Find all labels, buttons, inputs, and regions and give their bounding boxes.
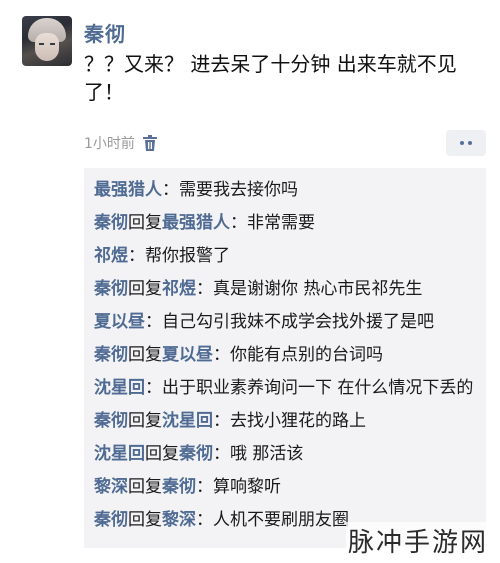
comment-author[interactable]: 秦彻 [94, 510, 128, 530]
reply-word: 回复 [128, 345, 162, 365]
comment-item[interactable]: 秦彻回复祁煜：真是谢谢你 热心市民祁先生 [94, 277, 474, 302]
avatar-eye-right [50, 43, 55, 45]
comment-text: ：出于职业素养询问一下 在什么情况下丢的 [145, 378, 474, 398]
reply-word: 回复 [128, 477, 162, 497]
post-text: ？？又来？ 进去呆了十分钟 出来车就不见了！ [84, 52, 457, 104]
comment-reply-target[interactable]: 祁煜 [162, 279, 196, 299]
comment-text: ：帮你报警了 [128, 246, 230, 266]
post-meta: 1小时前 [84, 132, 157, 154]
comment-reply-target[interactable]: 秦彻 [179, 444, 213, 464]
comments-panel: 最强猎人：需要我去接你吗 秦彻回复最强猎人：非常需要 祁煜：帮你报警了 秦彻回复祁煜：… [84, 168, 486, 548]
comment-author[interactable]: 秦彻 [94, 411, 128, 431]
comment-text: ：算响黎听 [196, 477, 281, 497]
comment-text: ：真是谢谢你 热心市民祁先生 [196, 279, 423, 299]
comment-item[interactable]: 秦彻回复沈星回：去找小狸花的路上 [94, 409, 474, 434]
comment-item[interactable]: 夏以昼：自己勾引我妹不成学会找外援了是吧 [94, 310, 474, 335]
comment-text: ：去找小狸花的路上 [213, 411, 366, 431]
author-name[interactable]: 秦彻 [84, 18, 126, 47]
comment-author[interactable]: 沈星回 [94, 444, 145, 464]
comment-author[interactable]: 黎深 [94, 477, 128, 497]
reply-word: 回复 [128, 213, 162, 233]
comment-item[interactable]: 秦彻回复最强猎人：非常需要 [94, 211, 474, 236]
comment-reply-target[interactable]: 沈星回 [162, 411, 213, 431]
avatar[interactable] [22, 16, 72, 66]
comment-item[interactable]: 秦彻回复夏以昼：你能有点别的台词吗 [94, 343, 474, 368]
reply-word: 回复 [128, 279, 162, 299]
watermark: 脉冲手游网 [345, 522, 490, 559]
reply-word: 回复 [145, 444, 179, 464]
more-dots-icon [468, 141, 472, 145]
comment-item[interactable]: 最强猎人：需要我去接你吗 [94, 178, 474, 203]
comment-author[interactable]: 秦彻 [94, 213, 128, 233]
comment-author[interactable]: 最强猎人 [94, 180, 162, 200]
comment-text: ：需要我去接你吗 [162, 180, 298, 200]
comment-item[interactable]: 黎深回复秦彻：算响黎听 [94, 475, 474, 500]
more-dots-icon [460, 141, 464, 145]
reply-word: 回复 [128, 510, 162, 530]
avatar-face [35, 33, 59, 61]
comment-item[interactable]: 沈星回回复秦彻：哦 那活该 [94, 442, 474, 467]
comment-author[interactable]: 沈星回 [94, 378, 145, 398]
avatar-eye-left [39, 43, 44, 45]
comment-author[interactable]: 秦彻 [94, 279, 128, 299]
comment-author[interactable]: 夏以昼 [94, 312, 145, 332]
comment-reply-target[interactable]: 黎深 [162, 510, 196, 530]
comment-reply-target[interactable]: 秦彻 [162, 477, 196, 497]
more-options-button[interactable] [446, 130, 486, 156]
comment-reply-target[interactable]: 最强猎人 [162, 213, 230, 233]
trash-icon[interactable] [142, 135, 157, 151]
comment-text: ：哦 那活该 [213, 444, 304, 464]
comment-author[interactable]: 秦彻 [94, 345, 128, 365]
comment-item[interactable]: 沈星回：出于职业素养询问一下 在什么情况下丢的 [94, 376, 474, 401]
post-timestamp: 1小时前 [84, 136, 135, 152]
comment-text: ：非常需要 [230, 213, 315, 233]
comment-author[interactable]: 祁煜 [94, 246, 128, 266]
comment-item[interactable]: 祁煜：帮你报警了 [94, 244, 474, 269]
comment-text: ：人机不要刷朋友圈 [196, 510, 349, 530]
comment-text: ：自己勾引我妹不成学会找外援了是吧 [145, 312, 434, 332]
comment-reply-target[interactable]: 夏以昼 [162, 345, 213, 365]
comments-list: 最强猎人：需要我去接你吗 秦彻回复最强猎人：非常需要 祁煜：帮你报警了 秦彻回复祁煜：… [84, 168, 486, 533]
reply-word: 回复 [128, 411, 162, 431]
comment-text: ：你能有点别的台词吗 [213, 345, 383, 365]
